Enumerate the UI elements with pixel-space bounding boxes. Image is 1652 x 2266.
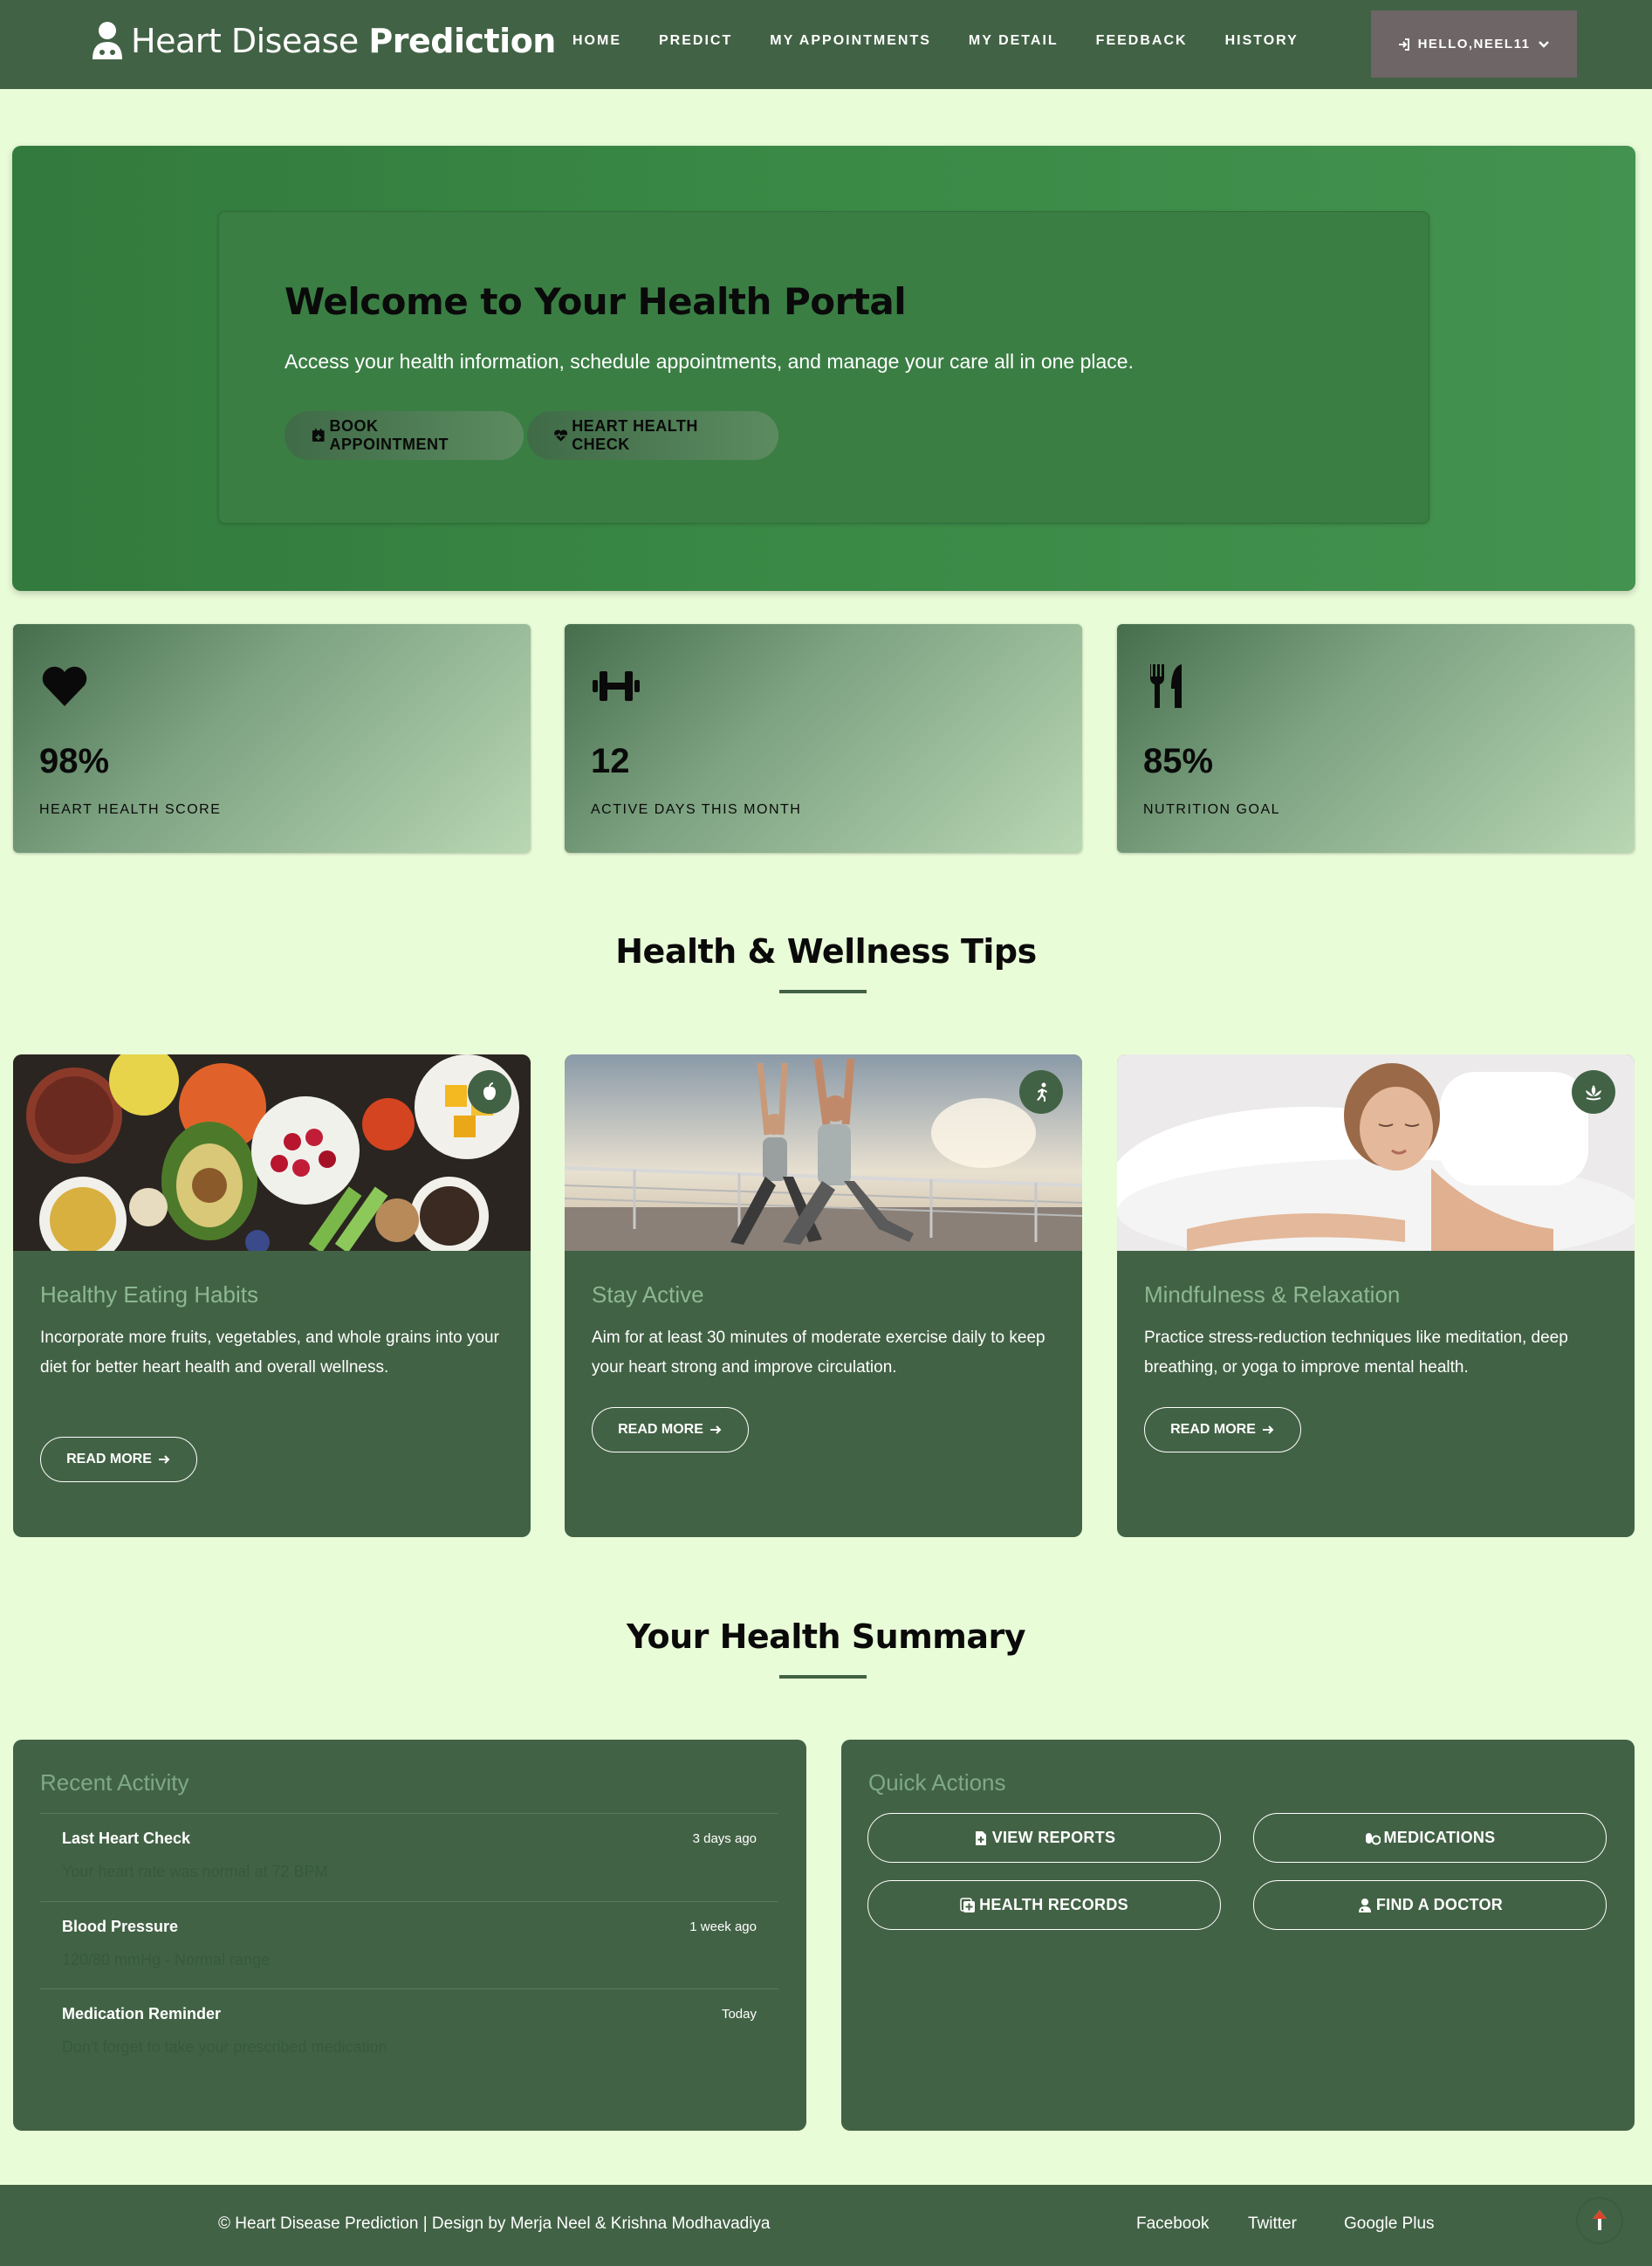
tip-badge <box>468 1070 511 1114</box>
back-to-top-button[interactable] <box>1578 2199 1621 2242</box>
nav-my-detail[interactable]: MY DETAIL <box>969 33 1059 49</box>
calendar-icon <box>312 429 325 442</box>
stat-label: NUTRITION GOAL <box>1143 802 1281 817</box>
stat-value: 98% <box>39 742 110 780</box>
tip-badge <box>1572 1070 1615 1114</box>
tip-text: Incorporate more fruits, vegetables, and… <box>40 1329 499 1377</box>
doctor-icon <box>93 22 122 59</box>
tip-text: Aim for at least 30 minutes of moderate … <box>592 1329 1045 1377</box>
brand-title: Heart Disease Prediction <box>131 22 556 60</box>
arrow-right-icon <box>158 1455 170 1464</box>
find-doctor-button[interactable]: FIND A DOCTOR <box>1253 1880 1607 1930</box>
activity-item[interactable]: Blood Pressure 1 week ago 120/80 mmHg - … <box>40 1901 778 1988</box>
panel-title: Recent Activity <box>40 1769 189 1796</box>
facebook-link[interactable]: Facebook <box>1136 2214 1209 2234</box>
relaxation-image <box>1117 1054 1635 1251</box>
heart-health-check-button[interactable]: HEART HEALTH CHECK <box>527 411 778 460</box>
title-underline <box>779 1675 867 1679</box>
arrow-right-icon <box>709 1425 722 1434</box>
arrow-up-icon <box>1593 2210 1607 2230</box>
read-more-button[interactable]: READ MORE <box>592 1407 749 1452</box>
hero-title: Welcome to Your Health Portal <box>284 280 907 323</box>
stat-label: HEART HEALTH SCORE <box>39 802 222 817</box>
lotus-icon <box>1586 1085 1601 1101</box>
copyright-text: © Heart Disease Prediction | Design by M… <box>218 2214 771 2233</box>
hero-section: Welcome to Your Health Portal Access you… <box>12 146 1635 591</box>
hero-subtitle: Access your health information, schedule… <box>284 350 1134 373</box>
utensils-icon <box>1149 664 1182 708</box>
twitter-link[interactable]: Twitter <box>1248 2214 1297 2234</box>
summary-section-title: Your Health Summary <box>626 1617 1026 1656</box>
tips-section-title: Health & Wellness Tips <box>615 932 1037 971</box>
main-menu: HOME PREDICT MY APPOINTMENTS MY DETAIL F… <box>572 33 1336 49</box>
tip-card-mindfulness: Mindfulness & Relaxation Practice stress… <box>1117 1054 1635 1537</box>
tip-title: Healthy Eating Habits <box>40 1281 259 1308</box>
tip-title: Mindfulness & Relaxation <box>1144 1281 1401 1308</box>
running-icon <box>1037 1082 1047 1102</box>
notes-medical-icon <box>960 1897 976 1912</box>
nav-predict[interactable]: PREDICT <box>659 33 732 49</box>
brand-logo[interactable]: Heart Disease Prediction <box>91 21 556 61</box>
apple-icon <box>483 1082 496 1101</box>
heart-pulse-icon <box>554 429 568 442</box>
user-menu-button[interactable]: HELLO,NEEL11 <box>1371 10 1577 78</box>
user-doctor-icon <box>1358 1898 1371 1912</box>
quick-actions-panel: Quick Actions VIEW REPORTS MEDICATIONS H… <box>841 1740 1635 2131</box>
arrow-right-icon <box>1262 1425 1274 1434</box>
tip-badge <box>1019 1070 1063 1114</box>
read-more-button[interactable]: READ MORE <box>1144 1407 1301 1452</box>
nav-feedback[interactable]: FEEDBACK <box>1096 33 1188 49</box>
nav-my-appointments[interactable]: MY APPOINTMENTS <box>770 33 931 49</box>
recent-activity-panel: Recent Activity Last Heart Check 3 days … <box>13 1740 806 2131</box>
stat-card-nutrition: 85% NUTRITION GOAL <box>1117 624 1635 853</box>
book-appointment-button[interactable]: BOOK APPOINTMENT <box>284 411 524 460</box>
nav-home[interactable]: HOME <box>572 33 621 49</box>
activity-item[interactable]: Last Heart Check 3 days ago Your heart r… <box>40 1813 778 1900</box>
tip-title: Stay Active <box>592 1281 704 1308</box>
exercise-image <box>565 1054 1082 1251</box>
file-medical-icon <box>975 1830 986 1845</box>
medications-button[interactable]: MEDICATIONS <box>1253 1813 1607 1863</box>
stat-label: ACTIVE DAYS THIS MONTH <box>591 802 802 817</box>
tip-card-healthy-eating: Healthy Eating Habits Incorporate more f… <box>13 1054 531 1537</box>
hero-actions: BOOK APPOINTMENT HEART HEALTH CHECK <box>284 411 778 460</box>
panel-title: Quick Actions <box>868 1769 1006 1796</box>
dumbbell-icon <box>593 671 640 701</box>
navbar: Heart Disease Prediction HOME PREDICT MY… <box>0 0 1652 89</box>
tip-text: Practice stress-reduction techniques lik… <box>1144 1329 1568 1377</box>
stat-value: 85% <box>1143 742 1214 780</box>
read-more-button[interactable]: READ MORE <box>40 1437 197 1482</box>
tip-card-stay-active: Stay Active Aim for at least 30 minutes … <box>565 1054 1082 1537</box>
user-greeting: HELLO,NEEL11 <box>1417 37 1531 52</box>
welcome-card: Welcome to Your Health Portal Access you… <box>218 211 1429 524</box>
stat-card-active-days: 12 ACTIVE DAYS THIS MONTH <box>565 624 1082 853</box>
nav-history[interactable]: HISTORY <box>1225 33 1299 49</box>
sign-in-icon <box>1398 38 1409 51</box>
title-underline <box>779 990 867 993</box>
view-reports-button[interactable]: VIEW REPORTS <box>867 1813 1221 1863</box>
pills-icon <box>1365 1832 1381 1844</box>
stat-value: 12 <box>591 742 630 780</box>
footer: © Heart Disease Prediction | Design by M… <box>0 2185 1652 2266</box>
google-plus-link[interactable]: Google Plus <box>1344 2214 1435 2234</box>
healthy-food-image <box>13 1054 531 1251</box>
heart-icon <box>42 666 87 706</box>
activity-item[interactable]: Medication Reminder Today Don't forget t… <box>40 1988 778 2076</box>
chevron-down-icon <box>1539 40 1550 48</box>
stat-card-heart-health: 98% HEART HEALTH SCORE <box>13 624 531 853</box>
health-records-button[interactable]: HEALTH RECORDS <box>867 1880 1221 1930</box>
